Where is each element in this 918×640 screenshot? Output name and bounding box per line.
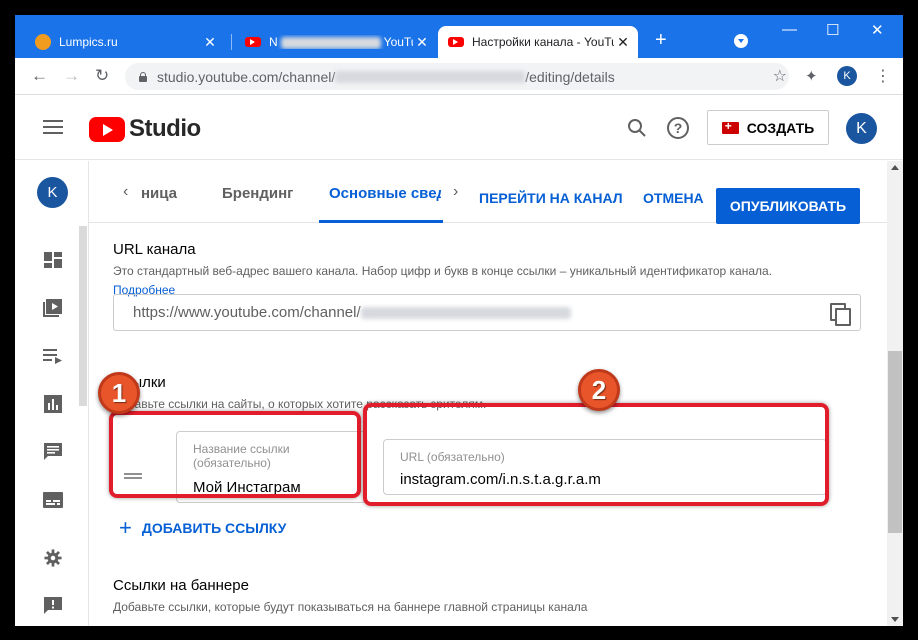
tab-title: Lumpics.ru: [59, 35, 118, 49]
scroll-thumb[interactable]: [888, 351, 902, 533]
tab-strip: Lumpics.ru ✕ N YouTu ✕ Настройки канала -…: [15, 15, 903, 58]
lumpics-favicon-icon: [35, 34, 51, 50]
highlight-box-1: [109, 411, 361, 498]
browser-window: Lumpics.ru ✕ N YouTu ✕ Настройки канала -…: [15, 15, 903, 626]
channel-tabs-bar: ‹ ница Брендинг Основные сведе › ПЕРЕЙТИ…: [89, 161, 903, 224]
channel-avatar[interactable]: K: [37, 177, 68, 208]
hamburger-menu-icon[interactable]: [43, 120, 63, 134]
url-suffix: /editing/details: [525, 68, 615, 85]
minimize-button[interactable]: —: [782, 21, 797, 38]
go-to-channel-button[interactable]: ПЕРЕЙТИ НА КАНАЛ: [479, 190, 623, 206]
back-icon[interactable]: ←: [31, 66, 48, 86]
content-icon[interactable]: [43, 299, 63, 317]
blurred-channel-id: [335, 70, 526, 83]
account-avatar[interactable]: K: [846, 113, 877, 144]
step-badge-1: 1: [98, 372, 140, 414]
dashboard-icon[interactable]: [43, 251, 63, 269]
settings-gear-icon[interactable]: [43, 549, 63, 567]
close-window-button[interactable]: ✕: [871, 21, 884, 39]
plus-icon: +: [119, 515, 132, 540]
browser-profile-avatar[interactable]: K: [837, 66, 857, 86]
tabs-prev-icon[interactable]: ‹: [123, 183, 128, 201]
url-input[interactable]: studio.youtube.com/channel/ /editing/det…: [125, 63, 789, 90]
left-rail: K: [15, 161, 89, 626]
playlists-icon[interactable]: [43, 347, 63, 365]
url-section-description: Это стандартный веб-адрес вашего канала.…: [113, 264, 773, 278]
rail-scrollbar[interactable]: [79, 226, 87, 406]
tab-lumpics[interactable]: Lumpics.ru ✕: [25, 26, 225, 58]
tab-close-icon[interactable]: ✕: [413, 34, 431, 51]
browser-menu-icon[interactable]: ⋮: [875, 66, 891, 86]
tab-title: Настройки канала - YouTube: [472, 35, 614, 49]
channel-url-field: https://www.youtube.com/channel/: [113, 294, 861, 331]
highlight-box-2: [363, 403, 829, 506]
feedback-icon[interactable]: [43, 597, 63, 615]
create-label: СОЗДАТЬ: [746, 119, 815, 136]
url-section-title: URL канала: [113, 241, 196, 258]
channel-url-prefix: https://www.youtube.com/channel/: [133, 304, 361, 321]
publish-button[interactable]: ОПУБЛИКОВАТЬ: [716, 188, 860, 224]
maximize-button[interactable]: ☐: [826, 21, 839, 39]
banner-links-title: Ссылки на баннере: [113, 577, 249, 594]
youtube-logo-icon: [89, 116, 125, 142]
tabs-next-icon[interactable]: ›: [453, 183, 458, 201]
page-scrollbar[interactable]: [887, 161, 903, 626]
add-link-button[interactable]: + ДОБАВИТЬ ССЫЛКУ: [119, 515, 287, 540]
video-camera-icon: [721, 119, 739, 134]
search-icon[interactable]: [627, 118, 647, 138]
create-button[interactable]: СОЗДАТЬ: [707, 110, 829, 145]
tab-title: N: [269, 35, 278, 49]
add-link-label: ДОБАВИТЬ ССЫЛКУ: [141, 520, 287, 536]
tab-search-icon[interactable]: [734, 34, 748, 48]
step-badge-2: 2: [578, 369, 620, 411]
forward-icon[interactable]: →: [63, 66, 80, 86]
studio-logo[interactable]: Studio: [89, 115, 201, 143]
cancel-button[interactable]: ОТМЕНА: [643, 190, 704, 206]
new-tab-button[interactable]: +: [655, 30, 667, 50]
youtube-favicon-icon: [448, 37, 464, 47]
address-bar: ← → ↻ studio.youtube.com/channel/ /editi…: [15, 58, 903, 95]
logo-text: Studio: [129, 115, 201, 142]
tab-close-icon[interactable]: ✕: [201, 34, 219, 51]
studio-header: Studio ? СОЗДАТЬ K: [15, 96, 903, 160]
scroll-down-icon[interactable]: [891, 617, 899, 622]
tab-branding[interactable]: Брендинг: [222, 185, 293, 202]
banner-links-description: Добавьте ссылки, которые будут показыват…: [113, 600, 588, 614]
analytics-icon[interactable]: [43, 395, 63, 413]
blurred-text: [280, 36, 381, 49]
tab-youtube[interactable]: N YouTu ✕: [235, 26, 437, 58]
url-prefix: studio.youtube.com/channel/: [157, 68, 336, 85]
scroll-up-icon[interactable]: [891, 165, 899, 170]
bookmark-star-icon[interactable]: ☆: [773, 66, 787, 86]
reload-icon[interactable]: ↻: [95, 66, 109, 86]
subtitles-icon[interactable]: [43, 491, 63, 509]
extensions-icon[interactable]: ✦: [805, 67, 818, 85]
tab-layout[interactable]: ница: [141, 185, 177, 202]
tab-basic-info[interactable]: Основные сведе: [329, 185, 441, 202]
blurred-channel-id: [360, 306, 571, 319]
comments-icon[interactable]: [43, 443, 63, 461]
tab-channel-settings[interactable]: Настройки канала - YouTube ✕: [438, 26, 638, 58]
help-icon[interactable]: ?: [667, 117, 689, 139]
lock-icon: [139, 71, 147, 82]
copy-icon[interactable]: [830, 303, 851, 326]
tab-close-icon[interactable]: ✕: [614, 34, 632, 51]
tab-title-suffix: YouTu: [383, 35, 413, 49]
youtube-favicon-icon: [245, 37, 261, 47]
